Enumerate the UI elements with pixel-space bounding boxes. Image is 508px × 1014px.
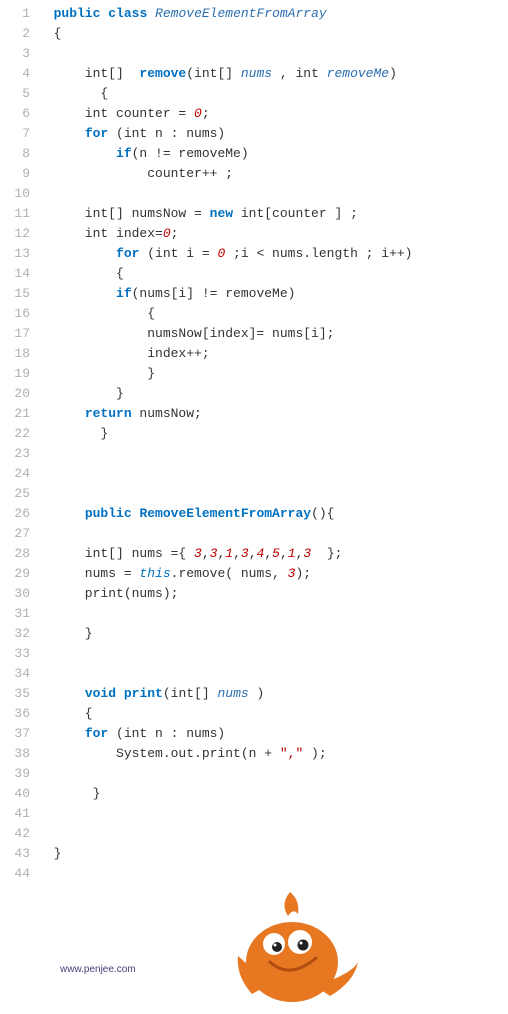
code-line: } (38, 384, 508, 404)
line-number: 25 (0, 484, 30, 504)
line-number: 36 (0, 704, 30, 724)
code-line (38, 444, 508, 464)
line-number: 13 (0, 244, 30, 264)
code-line: { (38, 264, 508, 284)
code-line: { (38, 304, 508, 324)
code-line (38, 604, 508, 624)
line-number: 8 (0, 144, 30, 164)
code-line: print(nums); (38, 584, 508, 604)
code-line: { (38, 704, 508, 724)
code-line: int[] numsNow = new int[counter ] ; (38, 204, 508, 224)
code-line: int[] remove(int[] nums , int removeMe) (38, 64, 508, 84)
line-number: 4 (0, 64, 30, 84)
line-number: 23 (0, 444, 30, 464)
code-line: } (38, 844, 508, 864)
code-line (38, 804, 508, 824)
line-number: 30 (0, 584, 30, 604)
line-number: 22 (0, 424, 30, 444)
code-line: } (38, 424, 508, 444)
code-line: for (int n : nums) (38, 724, 508, 744)
line-number: 1 (0, 4, 30, 24)
line-number: 32 (0, 624, 30, 644)
code-line: index++; (38, 344, 508, 364)
line-number: 18 (0, 344, 30, 364)
line-number: 27 (0, 524, 30, 544)
line-number: 3 (0, 44, 30, 64)
line-number: 28 (0, 544, 30, 564)
code-line: { (38, 84, 508, 104)
line-number: 16 (0, 304, 30, 324)
line-number: 26 (0, 504, 30, 524)
code-line: { (38, 24, 508, 44)
code-line (38, 524, 508, 544)
code-line: } (38, 364, 508, 384)
code-line (38, 644, 508, 664)
code-line: } (38, 624, 508, 644)
code-line: int index=0; (38, 224, 508, 244)
line-number: 5 (0, 84, 30, 104)
line-number: 38 (0, 744, 30, 764)
code-line (38, 184, 508, 204)
code-line: numsNow[index]= nums[i]; (38, 324, 508, 344)
code-line: int[] nums ={ 3,3,1,3,4,5,1,3 }; (38, 544, 508, 564)
code-line: return numsNow; (38, 404, 508, 424)
code-editor-screenshot: { "gutter": ["1","2","3","4","5","6","7"… (0, 0, 508, 1014)
line-number: 41 (0, 804, 30, 824)
line-number: 34 (0, 664, 30, 684)
line-number: 14 (0, 264, 30, 284)
line-number: 11 (0, 204, 30, 224)
code-line: if(n != removeMe) (38, 144, 508, 164)
line-number: 24 (0, 464, 30, 484)
line-number: 43 (0, 844, 30, 864)
line-number: 15 (0, 284, 30, 304)
code-lines: public class RemoveElementFromArray { in… (38, 4, 508, 884)
site-url: www.penjee.com (60, 964, 136, 975)
line-number: 2 (0, 24, 30, 44)
line-number: 12 (0, 224, 30, 244)
line-number: 40 (0, 784, 30, 804)
code-line: nums = this.remove( nums, 3); (38, 564, 508, 584)
line-number: 9 (0, 164, 30, 184)
code-line (38, 464, 508, 484)
code-line (38, 44, 508, 64)
line-number: 17 (0, 324, 30, 344)
line-number: 44 (0, 864, 30, 884)
code-line (38, 824, 508, 844)
code-line: if(nums[i] != removeMe) (38, 284, 508, 304)
line-number: 33 (0, 644, 30, 664)
line-number: 31 (0, 604, 30, 624)
line-number: 37 (0, 724, 30, 744)
mascot-icon (230, 884, 360, 1008)
code-line: int counter = 0; (38, 104, 508, 124)
code-line (38, 664, 508, 684)
code-line: public RemoveElementFromArray(){ (38, 504, 508, 524)
line-number: 19 (0, 364, 30, 384)
code-line: for (int n : nums) (38, 124, 508, 144)
code-line: void print(int[] nums ) (38, 684, 508, 704)
line-number: 10 (0, 184, 30, 204)
line-number: 39 (0, 764, 30, 784)
code-line: } (38, 784, 508, 804)
code-line: for (int i = 0 ;i < nums.length ; i++) (38, 244, 508, 264)
code-line (38, 484, 508, 504)
line-number: 42 (0, 824, 30, 844)
code-line: public class RemoveElementFromArray (38, 4, 508, 24)
line-number: 21 (0, 404, 30, 424)
line-number: 35 (0, 684, 30, 704)
code-block: 1234567891011121314151617181920212223242… (0, 4, 508, 884)
line-number: 6 (0, 104, 30, 124)
footer: www.penjee.com (0, 884, 508, 1004)
line-number: 20 (0, 384, 30, 404)
code-line (38, 764, 508, 784)
line-number: 29 (0, 564, 30, 584)
code-line: counter++ ; (38, 164, 508, 184)
line-number: 7 (0, 124, 30, 144)
line-number-gutter: 1234567891011121314151617181920212223242… (0, 4, 38, 884)
code-line: System.out.print(n + "," ); (38, 744, 508, 764)
code-line (38, 864, 508, 884)
